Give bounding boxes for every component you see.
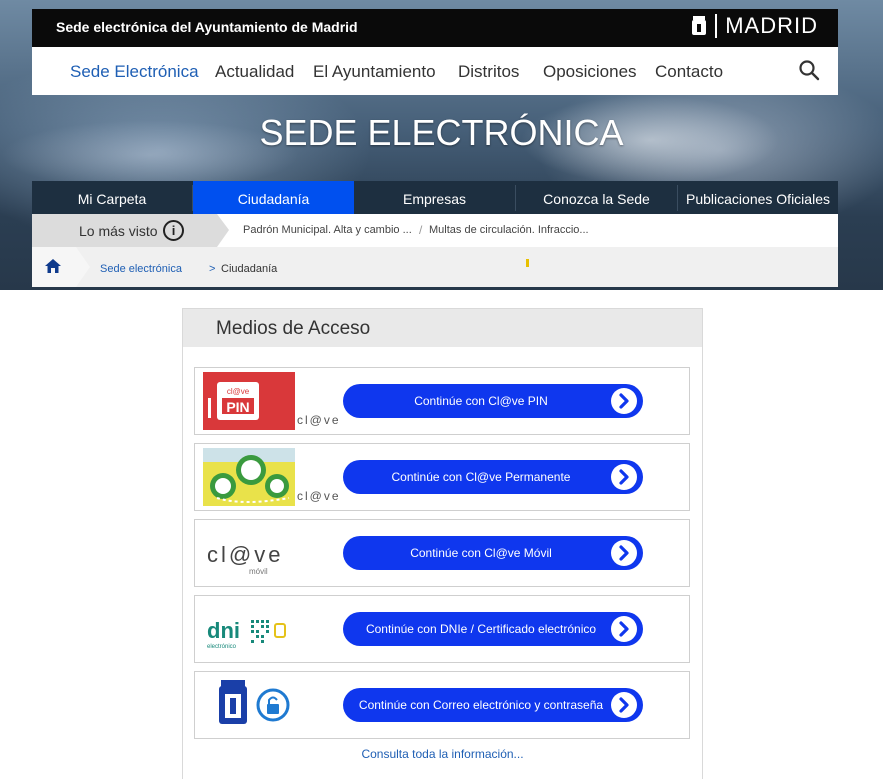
clave-pin-button[interactable]: Continúe con Cl@ve PIN <box>343 384 643 418</box>
breadcrumb-ciudadania: Ciudadanía <box>221 263 278 275</box>
most-seen-link-padron[interactable]: Padrón Municipal. Alta y cambio ... <box>243 224 412 236</box>
tab-mi-carpeta[interactable]: Mi Carpeta <box>32 181 192 214</box>
dni-text: dni <box>207 618 240 643</box>
more-info-link[interactable]: Consulta toda la información... <box>183 747 702 761</box>
access-option-clave-permanente: cl@ve Continúe con Cl@ve Permanente <box>194 443 690 511</box>
nav-item-contacto[interactable]: Contacto <box>655 62 723 82</box>
clave-permanente-logo-icon: cl@ve <box>203 448 341 506</box>
main-nav: Sede Electrónica Actualidad El Ayuntamie… <box>32 47 838 95</box>
clave-movil-logo-icon: cl@ve móvil <box>207 542 283 576</box>
most-seen-bar: Lo más visto i Padrón Municipal. Alta y … <box>32 214 838 247</box>
access-option-dnie: dni electrónico Continúe con DNIe / Cert… <box>194 595 690 663</box>
tab-ciudadania[interactable]: Ciudadanía <box>193 181 354 214</box>
access-panel: Medios de Acceso cl@ve PIN cl@ve Continú… <box>182 308 703 779</box>
chevron-right-icon <box>611 540 637 566</box>
chevron-right-icon <box>611 464 637 490</box>
most-seen-arrow <box>217 214 229 247</box>
most-seen-separator: / <box>419 223 423 237</box>
nav-item-distritos[interactable]: Distritos <box>458 62 519 82</box>
dnie-button-label: Continúe con DNIe / Certificado electrón… <box>365 622 597 636</box>
most-seen-link-multas[interactable]: Multas de circulación. Infraccio... <box>429 224 589 236</box>
madrid-crest-icon <box>692 16 707 35</box>
chevron-right-icon <box>611 616 637 642</box>
tab-empresas[interactable]: Empresas <box>354 181 515 214</box>
hero-title: SEDE ELECTRÓNICA <box>259 112 624 153</box>
most-seen-text: Lo más visto <box>79 223 158 239</box>
dnie-logo-icon: dni electrónico <box>207 618 286 650</box>
movil-text: móvil <box>249 567 268 576</box>
clave-small-text: cl@ve <box>227 387 250 396</box>
brand-name: MADRID <box>725 13 818 38</box>
clave-movil-button[interactable]: Continúe con Cl@ve Móvil <box>343 536 643 570</box>
nav-item-actualidad[interactable]: Actualidad <box>215 62 294 82</box>
nav-item-sede-electronica[interactable]: Sede Electrónica <box>70 62 199 82</box>
access-option-correo: Continúe con Correo electrónico y contra… <box>194 671 690 739</box>
nav-item-el-ayuntamiento[interactable]: El Ayuntamiento <box>313 62 436 82</box>
correo-button-label: Continúe con Correo electrónico y contra… <box>358 698 604 712</box>
top-bar: Sede electrónica del Ayuntamiento de Mad… <box>32 9 838 47</box>
nav-item-oposiciones[interactable]: Oposiciones <box>543 62 637 82</box>
clave-brand-text: cl@ve <box>297 413 341 427</box>
logo-separator <box>715 14 718 38</box>
info-icon[interactable]: i <box>163 220 184 241</box>
chevron-right-icon <box>611 692 637 718</box>
site-title[interactable]: Sede electrónica del Ayuntamiento de Mad… <box>56 19 358 35</box>
panel-header: Medios de Acceso <box>183 309 702 347</box>
clave-brand-text: cl@ve <box>297 489 341 503</box>
correo-button[interactable]: Continúe con Correo electrónico y contra… <box>343 688 643 722</box>
dni-sub-text: electrónico <box>207 644 237 650</box>
home-arrow <box>76 247 90 287</box>
clave-movil-button-label: Continúe con Cl@ve Móvil <box>410 546 552 560</box>
clave-movil-text: cl@ve <box>207 542 283 567</box>
tab-publicaciones-oficiales[interactable]: Publicaciones Oficiales <box>678 181 838 214</box>
clave-pin-logo-icon: cl@ve PIN cl@ve <box>203 372 341 430</box>
clave-pin-button-label: Continúe con Cl@ve PIN <box>414 394 548 408</box>
section-tabs: Mi Carpeta Ciudadanía Empresas Conozca l… <box>32 181 838 214</box>
search-icon[interactable] <box>798 59 820 81</box>
yellow-marker <box>526 259 529 267</box>
madrid-shield-lock-logo-icon <box>219 680 290 724</box>
home-button[interactable] <box>32 247 76 287</box>
access-option-clave-movil: cl@ve móvil Continúe con Cl@ve Móvil <box>194 519 690 587</box>
clave-permanente-button[interactable]: Continúe con Cl@ve Permanente <box>343 460 643 494</box>
most-seen-label: Lo más visto i <box>32 214 217 247</box>
breadcrumb-separator: > <box>209 263 216 275</box>
home-icon <box>45 259 61 273</box>
breadcrumb: Sede electrónica > Ciudadanía <box>32 247 838 287</box>
breadcrumb-sede-electronica[interactable]: Sede electrónica <box>100 263 182 275</box>
madrid-logo[interactable]: MADRID <box>691 13 818 39</box>
tab-conozca-la-sede[interactable]: Conozca la Sede <box>516 181 677 214</box>
pin-text: PIN <box>226 399 249 415</box>
chevron-right-icon <box>611 388 637 414</box>
clave-permanente-button-label: Continúe con Cl@ve Permanente <box>391 470 571 484</box>
dnie-button[interactable]: Continúe con DNIe / Certificado electrón… <box>343 612 643 646</box>
access-option-clave-pin: cl@ve PIN cl@ve Continúe con Cl@ve PIN <box>194 367 690 435</box>
panel-title: Medios de Acceso <box>216 318 371 339</box>
